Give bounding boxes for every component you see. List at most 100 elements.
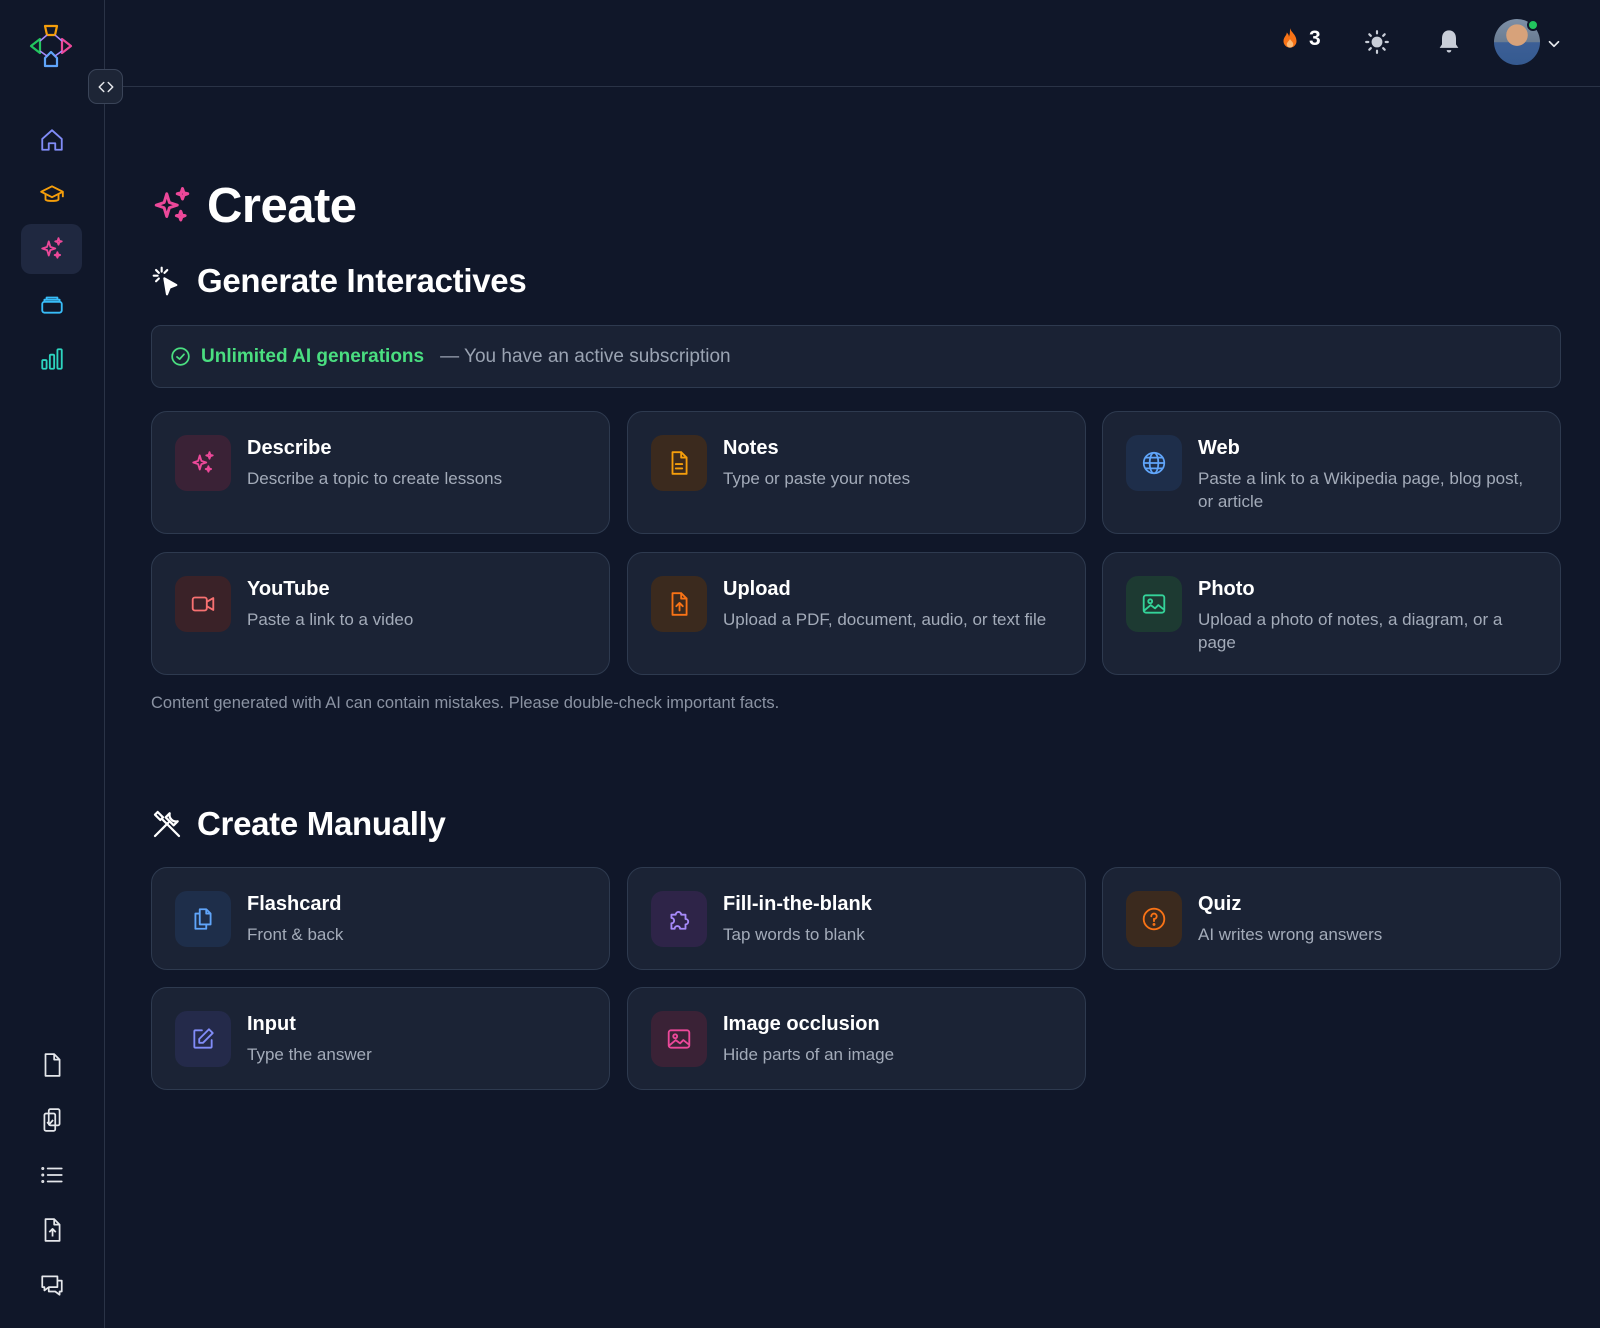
collapse-sidebar-button[interactable]: [88, 69, 123, 104]
web-icon-tile: [1126, 435, 1182, 491]
describe-card[interactable]: Describe Describe a topic to create less…: [151, 411, 610, 534]
chat-icon: [40, 1275, 63, 1296]
streak-counter[interactable]: 3: [1277, 26, 1321, 52]
fill-in-the-blank-icon-tile: [651, 891, 707, 947]
web-card[interactable]: Web Paste a link to a Wikipedia page, bl…: [1102, 411, 1561, 534]
card-description: Paste a link to a Wikipedia page, blog p…: [1198, 469, 1524, 511]
page-title: Create: [207, 179, 357, 233]
file-upload-icon: [671, 592, 688, 616]
code-brackets-icon: [98, 81, 113, 92]
manual-section-title: Create Manually: [197, 805, 446, 842]
card-title: YouTube: [247, 578, 330, 600]
quiz-icon-tile: [1126, 891, 1182, 947]
card-description: Type the answer: [247, 1045, 372, 1064]
card-title: Flashcard: [247, 893, 342, 915]
layers-icon: [40, 296, 63, 314]
card-title: Fill-in-the-blank: [723, 893, 872, 915]
card-title: Web: [1198, 437, 1240, 459]
input-icon-tile: [175, 1011, 231, 1067]
graduation-cap-icon: [39, 185, 64, 202]
nav-import[interactable]: [21, 1205, 82, 1255]
banner-message: — You have an active subscription: [440, 345, 731, 367]
describe-icon-tile: [175, 435, 231, 491]
nav-create[interactable]: [21, 224, 82, 274]
copy-icon: [194, 908, 212, 930]
list-icon: [40, 1166, 63, 1184]
youtube-icon-tile: [175, 576, 231, 632]
manual-section-header: Create Manually: [151, 805, 446, 843]
banner-highlight: Unlimited AI generations: [201, 345, 425, 367]
card-description: AI writes wrong answers: [1198, 925, 1383, 944]
nav-tasks[interactable]: [21, 1095, 82, 1145]
generate-section-header: Generate Interactives: [151, 262, 527, 300]
online-status-indicator: [1527, 19, 1539, 31]
tools-icon: [153, 810, 181, 838]
upload-card[interactable]: Upload Upload a PDF, document, audio, or…: [627, 552, 1086, 675]
image-occlusion-icon-tile: [651, 1011, 707, 1067]
subscription-banner: Unlimited AI generations — You have an a…: [151, 325, 1561, 388]
card-title: Quiz: [1198, 893, 1242, 915]
card-description: Hide parts of an image: [723, 1045, 895, 1064]
card-description: Describe a topic to create lessons: [247, 469, 503, 488]
nav-stats[interactable]: [21, 334, 82, 384]
card-title: Photo: [1198, 578, 1255, 600]
theme-toggle[interactable]: [1360, 25, 1394, 59]
nav-decks[interactable]: [21, 279, 82, 329]
photo-card[interactable]: Photo Upload a photo of notes, a diagram…: [1102, 552, 1561, 675]
sparkles-icon: [192, 451, 214, 473]
flashcard-card[interactable]: Flashcard Front & back: [151, 867, 610, 970]
photo-icon-tile: [1126, 576, 1182, 632]
bell-icon: [1439, 30, 1459, 53]
nav-list[interactable]: [21, 1150, 82, 1200]
clipboard-check-icon: [43, 1108, 60, 1132]
card-title: Notes: [723, 437, 779, 459]
image-icon: [1142, 594, 1166, 614]
sparkles-icon: [40, 237, 63, 259]
youtube-card[interactable]: YouTube Paste a link to a video: [151, 552, 610, 675]
card-title: Upload: [723, 578, 791, 600]
account-menu-toggle[interactable]: [1545, 35, 1563, 58]
globe-icon: [1142, 451, 1166, 475]
card-title: Input: [247, 1013, 296, 1035]
app-logo[interactable]: [28, 23, 74, 69]
nav-courses[interactable]: [21, 170, 82, 220]
document-icon: [671, 451, 688, 475]
card-description: Upload a photo of notes, a diagram, or a…: [1198, 610, 1503, 652]
card-description: Paste a link to a video: [247, 610, 414, 629]
bar-chart-icon: [40, 348, 63, 370]
card-description: Upload a PDF, document, audio, or text f…: [723, 610, 1047, 629]
fire-icon: [1283, 28, 1297, 48]
file-upload-icon: [44, 1218, 60, 1242]
generate-section-title: Generate Interactives: [197, 262, 527, 299]
image-occlusion-card[interactable]: Image occlusion Hide parts of an image: [627, 987, 1086, 1090]
nav-documents[interactable]: [21, 1040, 82, 1090]
card-title: Describe: [247, 437, 332, 459]
upload-icon-tile: [651, 576, 707, 632]
card-description: Type or paste your notes: [723, 469, 911, 488]
check-circle-icon: [171, 347, 190, 366]
video-icon: [191, 596, 215, 612]
nav-home[interactable]: [21, 115, 82, 165]
page-header: Create: [151, 178, 357, 234]
fill-in-the-blank-card[interactable]: Fill-in-the-blank Tap words to blank: [627, 867, 1086, 970]
ai-disclaimer: Content generated with AI can contain mi…: [151, 694, 780, 712]
input-card[interactable]: Input Type the answer: [151, 987, 610, 1090]
question-circle-icon: [1142, 907, 1166, 931]
card-description: Front & back: [247, 925, 344, 944]
nav-feedback[interactable]: [21, 1260, 82, 1310]
streak-count: 3: [1309, 27, 1321, 50]
notifications-button[interactable]: [1432, 25, 1466, 59]
quiz-card[interactable]: Quiz AI writes wrong answers: [1102, 867, 1561, 970]
chevron-down-icon: [1548, 40, 1560, 48]
card-title: Image occlusion: [723, 1013, 880, 1035]
sidebar: [0, 0, 105, 1328]
sparkles-icon: [154, 187, 190, 222]
puzzle-icon: [670, 911, 690, 930]
pencil-icon: [193, 1028, 214, 1049]
file-icon: [44, 1053, 60, 1077]
sun-icon: [1365, 30, 1389, 54]
home-icon: [40, 129, 63, 151]
cursor-click-icon: [152, 266, 178, 296]
image-icon: [667, 1029, 691, 1049]
notes-card[interactable]: Notes Type or paste your notes: [627, 411, 1086, 534]
